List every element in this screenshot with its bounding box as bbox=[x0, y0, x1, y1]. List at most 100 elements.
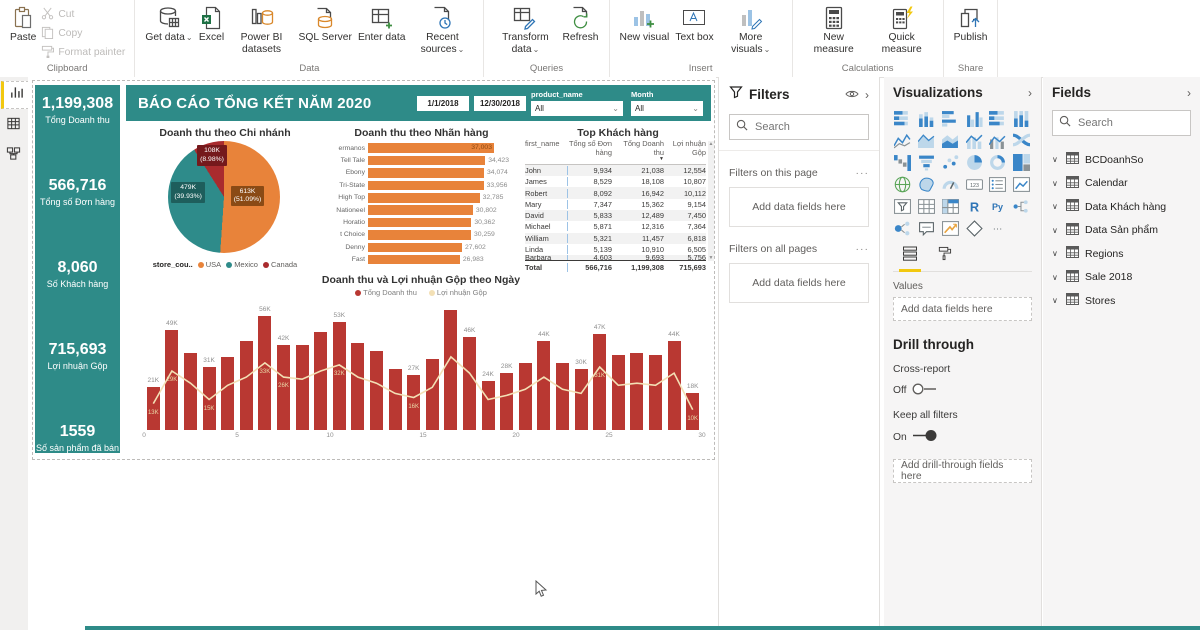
line-chart-icon[interactable] bbox=[893, 131, 912, 150]
fields-table-stores[interactable]: ∨Stores bbox=[1052, 289, 1191, 313]
date-to-field[interactable]: 12/30/2018 bbox=[474, 96, 526, 111]
new-visual-button[interactable]: New visual bbox=[617, 2, 673, 44]
table-row[interactable]: Robert8,09216,94210,112 bbox=[525, 187, 706, 198]
chevron-down-icon[interactable]: ∨ bbox=[1052, 226, 1060, 235]
cut-button[interactable]: Cut bbox=[39, 5, 127, 24]
fields-search[interactable] bbox=[1052, 110, 1191, 136]
all-pages-filter-dropzone[interactable]: Add data fields here bbox=[729, 263, 869, 303]
keep-filters-toggle[interactable]: On bbox=[893, 429, 1032, 445]
stacked-bar-chart-icon[interactable] bbox=[893, 109, 912, 128]
chevron-down-icon[interactable]: ∨ bbox=[1052, 273, 1060, 282]
product-name-dropdown[interactable]: All ⌄ bbox=[531, 101, 623, 116]
more-options-icon[interactable]: ··· bbox=[988, 219, 1007, 238]
recent-sources-button[interactable]: Recent sources⌄ bbox=[408, 2, 476, 55]
eye-icon[interactable] bbox=[845, 86, 859, 104]
report-canvas[interactable]: 1,199,308Tổng Doanh thu566,716Tổng số Đơ… bbox=[28, 77, 716, 630]
more-options-icon[interactable]: ··· bbox=[856, 243, 870, 255]
more-options-icon[interactable]: ··· bbox=[856, 167, 870, 179]
hundred-stacked-column-chart-icon[interactable] bbox=[1012, 109, 1031, 128]
data-view-button[interactable] bbox=[1, 113, 25, 139]
line-clustered-column-chart-icon[interactable] bbox=[988, 131, 1007, 150]
cross-report-toggle[interactable]: Off bbox=[893, 383, 1032, 398]
text-box-button[interactable]: Text box bbox=[672, 2, 716, 44]
brand-revenue-bar-card[interactable]: Doanh thu theo Nhãn hàng ermanos37,003Te… bbox=[323, 125, 520, 271]
branch-revenue-pie-card[interactable]: Doanh thu theo Chi nhánh 613K(51.09%)479… bbox=[130, 125, 320, 271]
fields-tab[interactable] bbox=[901, 246, 919, 268]
drill-through-dropzone[interactable]: Add drill-through fields here bbox=[893, 459, 1032, 483]
multi-row-card-icon[interactable] bbox=[988, 175, 1007, 194]
treemap-icon[interactable] bbox=[1012, 153, 1031, 172]
fields-table-calendar[interactable]: ∨Calendar bbox=[1052, 172, 1191, 196]
table-row-clipped[interactable]: Barbara4,6039,6935,756 bbox=[525, 255, 706, 260]
clustered-column-chart-icon[interactable] bbox=[965, 109, 984, 128]
fields-table-sale-2018[interactable]: ∨Sale 2018 bbox=[1052, 266, 1191, 290]
metrics-icon[interactable] bbox=[941, 219, 960, 238]
enter-data-button[interactable]: Enter data bbox=[355, 2, 409, 44]
paginated-report-icon[interactable] bbox=[965, 219, 984, 238]
chevron-down-icon[interactable]: ∨ bbox=[1052, 155, 1060, 164]
format-tab[interactable] bbox=[937, 246, 952, 268]
slicer-icon[interactable] bbox=[893, 197, 912, 216]
table-row[interactable]: James8,52918,10810,807 bbox=[525, 176, 706, 187]
table-row[interactable]: Michael5,87112,3167,364 bbox=[525, 221, 706, 232]
refresh-button[interactable]: Refresh bbox=[559, 2, 601, 44]
pie-chart-icon[interactable] bbox=[965, 153, 984, 172]
column-header[interactable]: Lợi nhuận Gộp bbox=[667, 140, 709, 163]
chevron-down-icon[interactable]: ∨ bbox=[1052, 202, 1060, 211]
fields-table-bcdoanhso[interactable]: ∨BCDoanhSo bbox=[1052, 148, 1191, 172]
collapse-pane-icon[interactable]: › bbox=[1028, 86, 1032, 100]
fields-table-data-sản-phẩm[interactable]: ∨Data Sản phẩm bbox=[1052, 219, 1191, 243]
collapse-pane-icon[interactable]: › bbox=[865, 88, 869, 102]
waterfall-chart-icon[interactable] bbox=[893, 153, 912, 172]
top-customers-table-card[interactable]: Top Khách hàng first_nameTổng số Đơn hàn… bbox=[522, 125, 714, 271]
area-chart-icon[interactable] bbox=[917, 131, 936, 150]
chevron-down-icon[interactable]: ∨ bbox=[1052, 179, 1060, 188]
clustered-bar-chart-icon[interactable] bbox=[941, 109, 960, 128]
page-filter-dropzone[interactable]: Add data fields here bbox=[729, 187, 869, 227]
table-row[interactable]: William5,32111,4576,818 bbox=[525, 233, 706, 244]
stacked-column-chart-icon[interactable] bbox=[917, 109, 936, 128]
scatter-chart-icon[interactable] bbox=[941, 153, 960, 172]
excel-button[interactable]: Excel bbox=[196, 2, 228, 44]
fields-table-regions[interactable]: ∨Regions bbox=[1052, 242, 1191, 266]
power-bi-datasets-button[interactable]: Power BI datasets bbox=[228, 2, 296, 55]
ribbon-chart-icon[interactable] bbox=[1012, 131, 1031, 150]
get-data-button[interactable]: Get data⌄ bbox=[142, 2, 195, 44]
quick-measure-button[interactable]: Quick measure bbox=[868, 2, 936, 55]
report-view-button[interactable] bbox=[1, 81, 29, 109]
key-influencers-icon[interactable] bbox=[893, 219, 912, 238]
matrix-icon[interactable] bbox=[941, 197, 960, 216]
transform-data-button[interactable]: Transform data⌄ bbox=[491, 2, 559, 55]
r-script-visual-icon[interactable]: R bbox=[965, 197, 984, 216]
stacked-area-chart-icon[interactable] bbox=[941, 131, 960, 150]
table-row[interactable]: Linda5,13910,9106,505 bbox=[525, 244, 706, 255]
python-visual-icon[interactable]: Py bbox=[988, 197, 1007, 216]
collapse-pane-icon[interactable]: › bbox=[1187, 86, 1191, 100]
column-header[interactable]: Tổng số Đơn hàng bbox=[567, 140, 615, 163]
column-header[interactable]: first_name bbox=[525, 140, 567, 163]
daily-combo-chart-card[interactable]: Doanh thu và Lợi nhuận Gộp theo Ngày Tổn… bbox=[130, 272, 712, 456]
filters-search-input[interactable] bbox=[753, 120, 862, 134]
donut-chart-icon[interactable] bbox=[988, 153, 1007, 172]
format-painter-button[interactable]: Format painter bbox=[39, 43, 127, 62]
month-dropdown[interactable]: All ⌄ bbox=[631, 101, 703, 116]
values-dropzone[interactable]: Add data fields here bbox=[893, 297, 1032, 321]
filled-map-icon[interactable] bbox=[917, 175, 936, 194]
gauge-icon[interactable] bbox=[941, 175, 960, 194]
paste-button[interactable]: Paste bbox=[7, 2, 39, 44]
kpi-panel[interactable]: 1,199,308Tổng Doanh thu566,716Tổng số Đơ… bbox=[35, 85, 120, 453]
hundred-stacked-bar-chart-icon[interactable] bbox=[988, 109, 1007, 128]
table-icon[interactable] bbox=[917, 197, 936, 216]
model-view-button[interactable] bbox=[1, 143, 25, 169]
date-from-field[interactable]: 1/1/2018 bbox=[417, 96, 469, 111]
q-and-a-icon[interactable] bbox=[917, 219, 936, 238]
chevron-down-icon[interactable]: ∨ bbox=[1052, 296, 1060, 305]
map-icon[interactable] bbox=[893, 175, 912, 194]
publish-button[interactable]: Publish bbox=[951, 2, 991, 44]
table-row[interactable]: John9,93421,03812,554 bbox=[525, 165, 706, 176]
card-icon[interactable]: 123 bbox=[965, 175, 984, 194]
new-measure-button[interactable]: New measure bbox=[800, 2, 868, 55]
column-header[interactable]: Tổng Doanh thu▼ bbox=[615, 140, 667, 163]
decomposition-tree-icon[interactable] bbox=[1012, 197, 1031, 216]
fields-search-input[interactable] bbox=[1076, 116, 1184, 130]
